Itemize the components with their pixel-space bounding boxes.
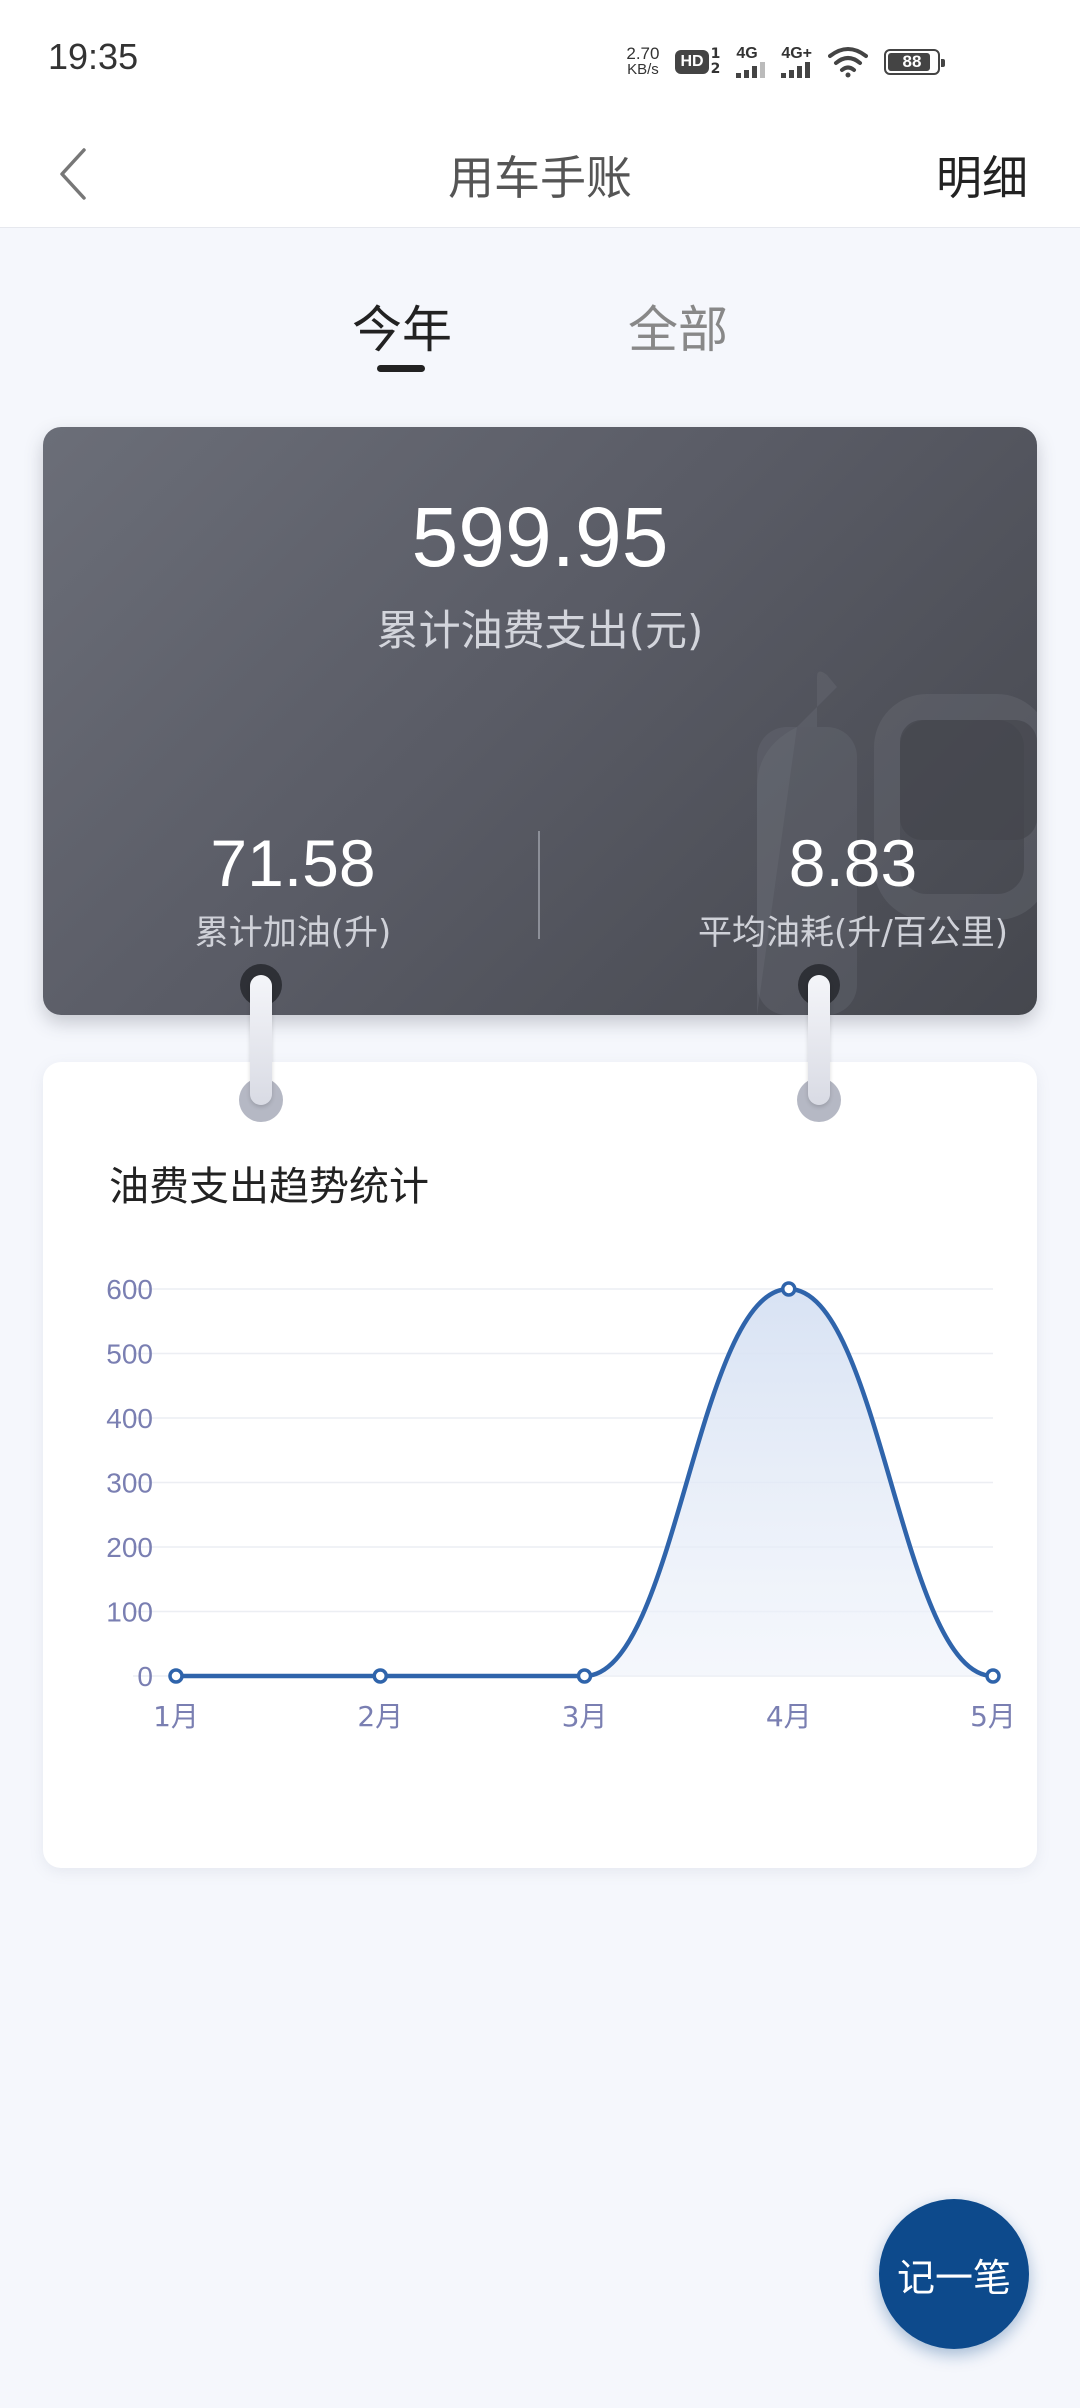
status-bar: 19:35 2.70 KB/s HD 1 2 4G 4G+ 88	[0, 0, 1080, 120]
y-tick-label: 200	[106, 1532, 153, 1563]
data-point	[781, 1281, 797, 1297]
data-point	[576, 1668, 593, 1684]
nav-bar: 用车手账 明细	[0, 120, 1080, 228]
x-tick-label: 3月	[562, 1700, 608, 1733]
y-tick-label: 100	[106, 1597, 153, 1628]
network-speed-value: 2.70	[626, 44, 660, 63]
data-point	[168, 1668, 184, 1684]
battery-icon: 88	[884, 49, 945, 75]
x-tick-label: 2月	[357, 1700, 403, 1733]
hd-sub-bottom: 2	[710, 61, 721, 77]
total-fuel-cost-label: 累计油费支出(元)	[376, 606, 704, 655]
status-icons: 2.70 KB/s HD 1 2 4G 4G+ 88	[626, 40, 945, 84]
chart-title: 油费支出趋势统计	[109, 1164, 429, 1210]
y-tick-label: 600	[106, 1274, 153, 1305]
chart-card: 0 100 200 300 400 500 600 1月 2月 3月 4月 5月 油费支出趋势统计	[43, 1062, 1037, 1868]
period-tabs: 今年 全部	[0, 228, 1080, 388]
active-tab-indicator	[377, 365, 425, 372]
hd-voice-icon: HD 1 2	[675, 47, 720, 77]
detail-button[interactable]: 明细	[936, 142, 1028, 208]
status-time: 19:35	[48, 36, 139, 77]
avg-consumption-stat: 8.83 平均油耗(升/百公里)	[603, 825, 1037, 954]
total-fuel-stat: 71.58 累计加油(升)	[43, 825, 543, 954]
signal-4g-plus-label: 4G+	[781, 45, 812, 62]
add-record-button[interactable]: 记一笔	[879, 2199, 1029, 2349]
y-tick-label: 400	[106, 1403, 153, 1434]
signal-4g-icon: 4G	[736, 45, 766, 78]
total-fuel-cost-value: 599.95	[411, 490, 669, 584]
page-title: 用车手账	[448, 151, 632, 205]
wifi-icon	[828, 47, 868, 78]
total-fuel-value: 71.58	[210, 826, 376, 900]
x-tick-label: 1月	[153, 1700, 199, 1733]
network-speed: 2.70 KB/s	[626, 44, 660, 78]
add-record-label: 记一笔	[896, 2255, 1011, 2300]
total-fuel-label: 累计加油(升)	[194, 913, 392, 953]
data-point	[985, 1668, 1001, 1684]
y-tick-label: 0	[137, 1661, 153, 1692]
y-tick-label: 300	[106, 1468, 153, 1499]
x-tick-label: 4月	[766, 1700, 812, 1733]
network-speed-unit: KB/s	[627, 61, 659, 78]
avg-consumption-value: 8.83	[788, 826, 918, 900]
ring-post-right	[808, 975, 830, 1105]
ring-post-left	[250, 975, 272, 1105]
signal-4g-plus-icon: 4G+	[781, 46, 812, 78]
avg-consumption-label: 平均油耗(升/百公里)	[698, 913, 1008, 953]
summary-card: 599.95 累计油费支出(元) 71.58 累计加油(升) 8.83 平均油耗…	[43, 427, 1037, 1015]
tab-this-year[interactable]: 今年	[322, 290, 482, 362]
hd-label: HD	[675, 50, 709, 74]
signal-4g-label: 4G	[736, 45, 758, 62]
data-point	[372, 1668, 388, 1684]
tab-all[interactable]: 全部	[598, 290, 758, 362]
y-tick-label: 500	[106, 1339, 153, 1370]
hd-sub-top: 1	[710, 46, 721, 62]
battery-level: 88	[902, 52, 922, 71]
x-tick-label: 5月	[970, 1700, 1016, 1733]
stat-divider	[538, 831, 540, 939]
